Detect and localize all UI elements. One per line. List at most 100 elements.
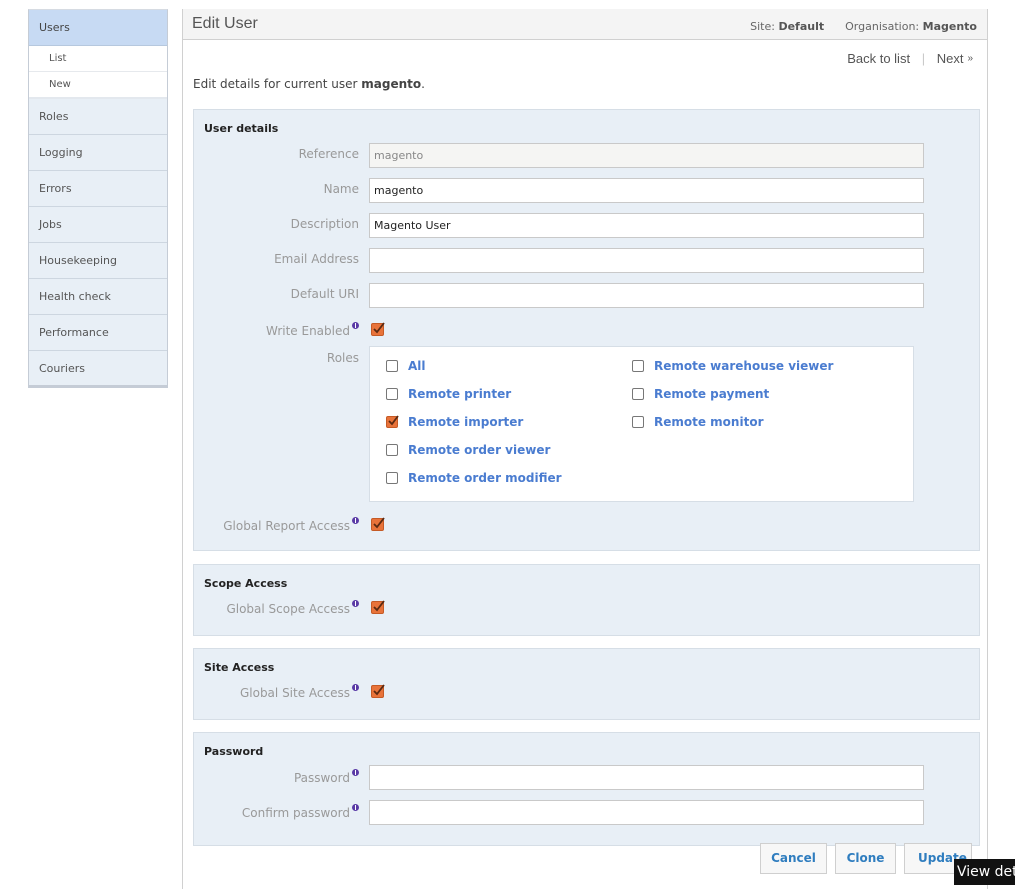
write-enabled-checkbox[interactable] xyxy=(371,322,385,336)
role-remote-importer[interactable]: Remote importer xyxy=(386,415,523,431)
site-value: Default xyxy=(778,20,825,33)
email-label: Email Address xyxy=(274,252,359,266)
cancel-button[interactable]: Cancel xyxy=(760,843,827,874)
roles-label: Roles xyxy=(326,351,359,365)
role-checkbox[interactable] xyxy=(632,416,644,428)
role-remote-payment[interactable]: Remote payment xyxy=(632,387,769,403)
name-row: Name xyxy=(194,178,979,203)
role-remote-order-viewer[interactable]: Remote order viewer xyxy=(386,443,550,459)
role-label: Remote importer xyxy=(408,415,524,429)
roles-list: All Remote printer Remote importer Remot… xyxy=(369,346,914,502)
description-field[interactable] xyxy=(369,213,924,238)
role-checkbox[interactable] xyxy=(386,360,398,372)
page-header: Edit User Site: Default Organisation: Ma… xyxy=(183,9,987,40)
nav-separator: | xyxy=(921,51,926,66)
password-row: Password xyxy=(194,765,979,790)
reference-row: Reference xyxy=(194,143,979,168)
global-report-label-wrap: Global Report Access xyxy=(223,517,359,533)
user-details-legend: User details xyxy=(204,122,279,135)
global-scope-label: Global Scope Access xyxy=(226,602,350,616)
back-to-list-link[interactable]: Back to list xyxy=(847,51,910,66)
confirm-password-field[interactable] xyxy=(369,800,924,825)
tooltip: View details xyxy=(954,859,1015,885)
checkmark-icon xyxy=(388,415,399,426)
info-icon[interactable] xyxy=(352,322,359,329)
org-value: Magento xyxy=(922,20,977,33)
checkmark-icon xyxy=(373,322,385,334)
sidebar-item-roles[interactable]: Roles xyxy=(29,99,167,135)
password-label: Password xyxy=(293,771,350,785)
role-checkbox[interactable] xyxy=(386,415,399,428)
clone-button[interactable]: Clone xyxy=(835,843,896,874)
role-checkbox[interactable] xyxy=(386,472,398,484)
role-label: Remote printer xyxy=(408,387,512,401)
global-scope-label-wrap: Global Scope Access xyxy=(226,600,359,616)
record-nav: Back to list | Next» xyxy=(847,51,973,66)
sidebar-item-users[interactable]: Users xyxy=(29,10,167,46)
sidebar-item-health-check[interactable]: Health check xyxy=(29,279,167,315)
checkmark-icon xyxy=(373,600,385,612)
default-uri-field[interactable] xyxy=(369,283,924,308)
main-panel: Edit User Site: Default Organisation: Ma… xyxy=(182,9,988,889)
next-label: Next xyxy=(936,51,964,66)
description-row: Description xyxy=(194,213,979,238)
sidebar-item-couriers[interactable]: Couriers xyxy=(29,351,167,387)
sidebar-item-errors[interactable]: Errors xyxy=(29,171,167,207)
role-remote-printer[interactable]: Remote printer xyxy=(386,387,511,403)
role-label: Remote payment xyxy=(654,387,770,401)
org-label: Organisation: xyxy=(845,20,920,33)
sidebar-item-housekeeping[interactable]: Housekeeping xyxy=(29,243,167,279)
role-checkbox[interactable] xyxy=(632,388,644,400)
global-report-checkbox[interactable] xyxy=(371,517,385,531)
intro-username: magento xyxy=(361,77,422,91)
default-uri-label: Default URI xyxy=(290,287,359,301)
info-icon[interactable] xyxy=(352,600,359,607)
global-site-checkbox[interactable] xyxy=(371,684,385,698)
role-label: Remote monitor xyxy=(654,415,764,429)
sidebar-nav: Users List New Roles Logging Errors Jobs… xyxy=(28,9,168,388)
intro-prefix: Edit details for current user xyxy=(193,77,362,91)
sidebar-subitem-new[interactable]: New xyxy=(29,72,167,99)
role-remote-warehouse-viewer[interactable]: Remote warehouse viewer xyxy=(632,359,833,375)
role-label: Remote order modifier xyxy=(408,471,562,485)
info-icon[interactable] xyxy=(352,769,359,776)
role-checkbox[interactable] xyxy=(386,444,398,456)
password-field[interactable] xyxy=(369,765,924,790)
password-fieldset: Password Password Confirm password xyxy=(193,732,980,846)
page-title: Edit User xyxy=(192,15,258,32)
global-site-label-wrap: Global Site Access xyxy=(240,684,359,700)
description-label: Description xyxy=(290,217,359,231)
reference-label: Reference xyxy=(298,147,359,161)
scope-access-legend: Scope Access xyxy=(204,577,288,590)
global-site-label: Global Site Access xyxy=(239,686,350,700)
role-label: Remote order viewer xyxy=(408,443,551,457)
info-icon[interactable] xyxy=(352,684,359,691)
role-remote-monitor[interactable]: Remote monitor xyxy=(632,415,763,431)
email-row: Email Address xyxy=(194,248,979,273)
sidebar-item-performance[interactable]: Performance xyxy=(29,315,167,351)
role-checkbox[interactable] xyxy=(386,388,398,400)
password-label-wrap: Password xyxy=(294,769,359,785)
intro-suffix: . xyxy=(421,77,425,91)
checkmark-icon xyxy=(373,684,385,696)
info-icon[interactable] xyxy=(352,804,359,811)
email-field[interactable] xyxy=(369,248,924,273)
info-icon[interactable] xyxy=(352,517,359,524)
sidebar-item-logging[interactable]: Logging xyxy=(29,135,167,171)
user-details-fieldset: User details Reference Name Description … xyxy=(193,109,980,551)
confirm-password-label: Confirm password xyxy=(241,806,350,820)
name-field[interactable] xyxy=(369,178,924,203)
global-scope-checkbox[interactable] xyxy=(371,600,385,614)
reference-field xyxy=(369,143,924,168)
sidebar-subitem-list[interactable]: List xyxy=(29,46,167,72)
scope-access-fieldset: Scope Access Global Scope Access xyxy=(193,564,980,636)
global-scope-row: Global Scope Access xyxy=(194,596,979,620)
intro-text: Edit details for current user magento. xyxy=(193,77,425,91)
site-access-fieldset: Site Access Global Site Access xyxy=(193,648,980,720)
sidebar-item-jobs[interactable]: Jobs xyxy=(29,207,167,243)
next-link[interactable]: Next» xyxy=(937,51,973,66)
role-remote-order-modifier[interactable]: Remote order modifier xyxy=(386,471,562,487)
role-label: Remote warehouse viewer xyxy=(654,359,834,373)
role-all[interactable]: All xyxy=(386,359,426,375)
role-checkbox[interactable] xyxy=(632,360,644,372)
